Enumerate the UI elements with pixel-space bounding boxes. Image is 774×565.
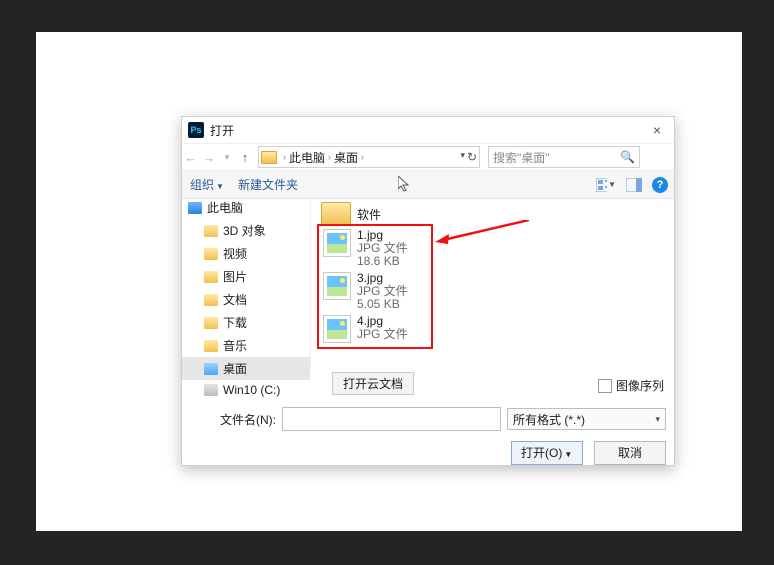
organize-label: 组织 <box>190 178 214 192</box>
file-item[interactable]: 3.jpg JPG 文件 5.05 KB <box>323 272 427 311</box>
dialog-title: 打开 <box>210 122 234 139</box>
sidebar-item-label: 视频 <box>223 245 247 262</box>
refresh-icon[interactable]: ↻ <box>467 150 477 164</box>
dialog-body: 此电脑 3D 对象 视频 图片 文档 下载 音乐 桌面 Win10 (C:) 软… <box>182 196 674 370</box>
dialog-footer: 打开云文档 图像序列 文件名(N): 所有格式 (*.*) ▾ 打开(O)▼ 取… <box>182 370 674 465</box>
file-meta: 3.jpg JPG 文件 5.05 KB <box>357 272 408 311</box>
folder-icon <box>321 202 351 226</box>
chevron-down-icon: ▼ <box>564 450 572 459</box>
address-row: ← → ▾ ↑ › 此电脑 › 桌面 › ▾ ↻ 搜索"桌面" 🔍 <box>182 143 674 171</box>
sidebar-item-music[interactable]: 音乐 <box>182 334 310 357</box>
breadcrumb-sep: › <box>328 152 331 162</box>
pc-icon <box>188 202 202 214</box>
address-dropdown-icon[interactable]: ▾ <box>460 150 465 161</box>
file-type-filter[interactable]: 所有格式 (*.*) ▾ <box>507 408 666 430</box>
history-dropdown[interactable]: ▾ <box>218 152 236 163</box>
folder-icon <box>204 225 218 237</box>
jpg-thumbnail-icon <box>323 315 351 343</box>
sidebar-item-videos[interactable]: 视频 <box>182 242 310 265</box>
sidebar-item-label: 下载 <box>223 314 247 331</box>
file-meta: 1.jpg JPG 文件 18.6 KB <box>357 229 408 268</box>
sidebar-item-label: 3D 对象 <box>223 222 266 239</box>
filename-input[interactable] <box>282 407 501 431</box>
open-button-label: 打开(O) <box>521 446 562 460</box>
sidebar-item-downloads[interactable]: 下载 <box>182 311 310 334</box>
chevron-down-icon: ▼ <box>608 180 616 189</box>
file-type: JPG 文件 <box>357 328 408 341</box>
search-placeholder: 搜索"桌面" <box>493 149 550 166</box>
jpg-thumbnail-icon <box>323 272 351 300</box>
checkbox[interactable] <box>598 379 612 393</box>
file-size: 18.6 KB <box>357 255 408 268</box>
folder-icon <box>204 271 218 283</box>
folder-icon <box>204 317 218 329</box>
sidebar-item-3d[interactable]: 3D 对象 <box>182 219 310 242</box>
sidebar-item-label: 图片 <box>223 268 247 285</box>
filter-value: 所有格式 (*.*) <box>513 411 585 428</box>
photoshop-icon: Ps <box>188 122 204 138</box>
folder-item[interactable]: 软件 <box>321 202 664 226</box>
new-folder-button[interactable]: 新建文件夹 <box>238 176 298 193</box>
up-button[interactable]: ↑ <box>236 150 254 165</box>
filename-row: 文件名(N): 所有格式 (*.*) ▾ <box>190 407 666 431</box>
breadcrumb-item[interactable]: 此电脑 <box>289 149 325 166</box>
cancel-button[interactable]: 取消 <box>594 441 666 465</box>
breadcrumb-sep: › <box>283 152 286 162</box>
view-mode-button[interactable]: ▼ <box>596 177 616 193</box>
open-button[interactable]: 打开(O)▼ <box>511 441 583 465</box>
sidebar-item-pc[interactable]: 此电脑 <box>182 196 310 219</box>
folder-name: 软件 <box>357 206 381 223</box>
sidebar-item-label: 此电脑 <box>207 199 243 216</box>
annotation-highlight-box: 1.jpg JPG 文件 18.6 KB 3.jpg JPG 文件 5.05 K… <box>317 224 433 349</box>
sidebar-item-pictures[interactable]: 图片 <box>182 265 310 288</box>
file-item[interactable]: 4.jpg JPG 文件 <box>323 315 427 343</box>
help-button[interactable]: ? <box>652 177 668 193</box>
search-icon: 🔍 <box>620 150 635 164</box>
file-meta: 4.jpg JPG 文件 <box>357 315 408 341</box>
organize-menu[interactable]: 组织▼ <box>190 176 224 193</box>
folder-icon <box>204 340 218 352</box>
titlebar: Ps 打开 × <box>182 117 674 143</box>
close-button[interactable]: × <box>648 122 666 138</box>
folder-icon <box>204 248 218 260</box>
image-sequence-label: 图像序列 <box>616 377 664 394</box>
sidebar-item-documents[interactable]: 文档 <box>182 288 310 311</box>
sidebar-item-label: 文档 <box>223 291 247 308</box>
sidebar-item-label: 音乐 <box>223 337 247 354</box>
folder-icon <box>261 151 277 164</box>
breadcrumb-item[interactable]: 桌面 <box>334 149 358 166</box>
search-input[interactable]: 搜索"桌面" 🔍 <box>488 146 640 168</box>
file-list[interactable]: 软件 1.jpg JPG 文件 18.6 KB 3.jpg JPG 文件 <box>311 196 674 370</box>
file-size: 5.05 KB <box>357 298 408 311</box>
breadcrumb-sep: › <box>361 152 364 162</box>
toolbar: 组织▼ 新建文件夹 ▼ ? <box>182 171 674 199</box>
file-open-dialog: Ps 打开 × ← → ▾ ↑ › 此电脑 › 桌面 › ▾ ↻ 搜索"桌面" … <box>181 116 675 466</box>
open-cloud-document-button[interactable]: 打开云文档 <box>332 372 414 395</box>
sidebar: 此电脑 3D 对象 视频 图片 文档 下载 音乐 桌面 Win10 (C:) <box>182 196 311 370</box>
preview-pane-button[interactable] <box>624 177 644 193</box>
chevron-down-icon: ▾ <box>655 414 660 425</box>
jpg-thumbnail-icon <box>323 229 351 257</box>
chevron-down-icon: ▼ <box>216 182 224 191</box>
image-sequence-option[interactable]: 图像序列 <box>598 377 664 394</box>
forward-button[interactable]: → <box>200 150 218 165</box>
folder-icon <box>204 294 218 306</box>
file-item[interactable]: 1.jpg JPG 文件 18.6 KB <box>323 229 427 268</box>
address-bar[interactable]: › 此电脑 › 桌面 › ▾ ↻ <box>258 146 480 168</box>
back-button[interactable]: ← <box>182 150 200 165</box>
filename-label: 文件名(N): <box>190 411 276 428</box>
